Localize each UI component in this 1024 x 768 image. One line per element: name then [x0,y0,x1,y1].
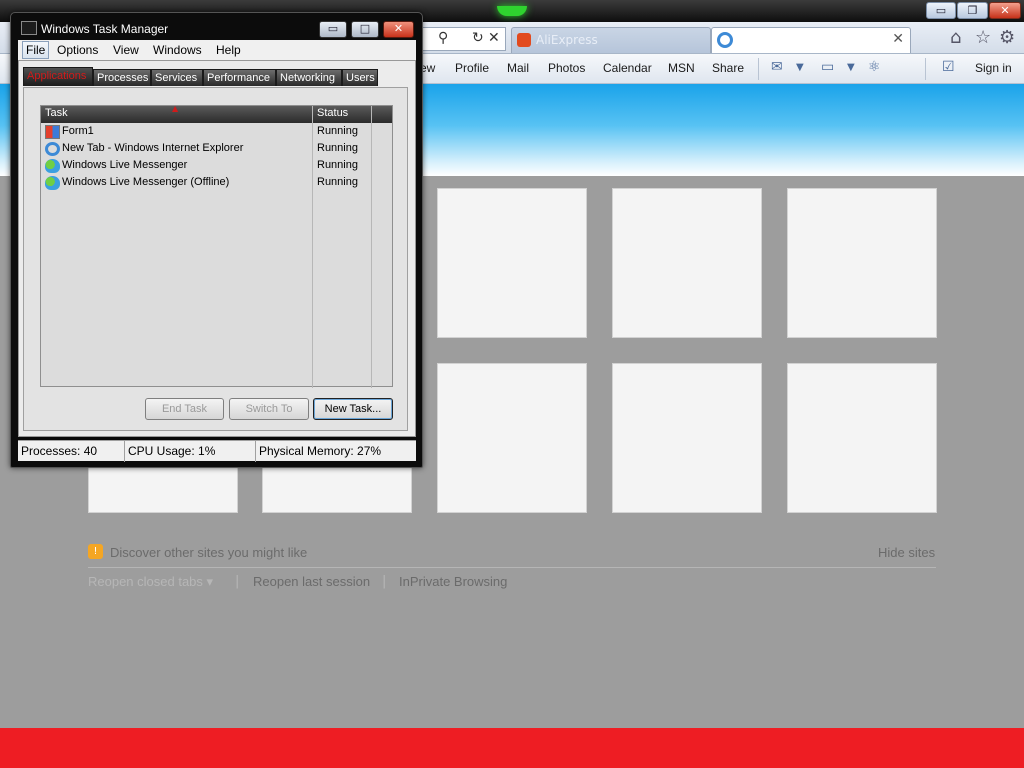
site-tile[interactable] [612,188,762,338]
divider [758,58,759,80]
cmd-item-msn[interactable]: MSN [668,61,695,75]
tab-users[interactable]: Users [342,69,378,86]
site-tile[interactable] [437,363,587,513]
column-divider [371,106,372,388]
site-tile[interactable] [437,188,587,338]
ie-favicon-icon [717,32,733,48]
feed-icon[interactable]: ✉ [771,59,783,75]
column-header-task[interactable]: Task [45,107,68,119]
close-tab-icon[interactable]: ✕ [892,31,904,47]
cmd-item-mail[interactable]: Mail [507,61,529,75]
tab-networking[interactable]: Networking [276,69,342,86]
site-tile[interactable] [612,363,762,513]
task-manager-body: Applications Processes Services Performa… [18,60,416,437]
close-button[interactable]: ✕ [383,21,414,38]
menu-bar: File Options View Windows Help [18,40,416,60]
menu-view[interactable]: View [113,43,139,57]
task-status: Running [317,125,358,137]
link-separator: | [235,574,240,589]
new-task-button[interactable]: New Task... [313,398,393,420]
ie-minimize-button[interactable]: ▭ [926,2,956,19]
sign-in-link[interactable]: Sign in [975,61,1012,75]
chevron-down-icon[interactable]: ▼ [796,62,804,73]
hide-sites-link[interactable]: Hide sites [878,545,935,560]
physical-memory: Physical Memory: 27% [259,444,382,458]
sort-arrow-icon: ▲ [172,104,179,113]
stop-icon[interactable]: ✕ [488,30,500,46]
end-task-button[interactable]: End Task [145,398,224,420]
aliexpress-favicon-icon [517,33,531,47]
tab-applications[interactable]: Applications [23,67,93,86]
tab-new-tab[interactable]: ✕ [711,27,911,53]
home-icon[interactable]: ⌂ [950,27,961,48]
task-name: Windows Live Messenger (Offline) [62,176,230,188]
minimize-button[interactable]: ▭ [319,21,347,38]
aero-glow [497,6,527,16]
task-name: Form1 [62,125,94,137]
task-list[interactable]: Task ▲ Status Form1 Running New Tab - Wi… [40,104,393,388]
cmd-item-share[interactable]: Share [712,61,744,75]
site-tile[interactable] [787,363,937,513]
table-row[interactable]: Windows Live Messenger (Offline) Running [41,175,371,192]
messenger-icon [45,176,60,190]
menu-windows[interactable]: Windows [153,43,202,57]
task-manager-window: Windows Task Manager ▭ □ ✕ File Options … [10,12,423,468]
checkbox-icon[interactable]: ☑ [942,59,955,75]
cmd-item-profile[interactable]: Profile [455,61,489,75]
menu-options[interactable]: Options [57,43,98,57]
maximize-button[interactable]: □ [351,21,379,38]
page-icon[interactable]: ▭ [821,59,834,75]
link-separator: | [382,574,387,589]
ie-close-button[interactable]: ✕ [989,2,1021,19]
task-status: Running [317,159,358,171]
list-header: Task ▲ Status [41,104,392,123]
tab-processes[interactable]: Processes [93,69,151,86]
tab-strip: Applications Processes Services Performa… [23,67,383,87]
search-icon[interactable]: ⚲ [438,30,448,46]
inprivate-browsing-link[interactable]: InPrivate Browsing [399,574,507,589]
divider [925,58,926,80]
status-bar: Processes: 40 CPU Usage: 1% Physical Mem… [18,440,416,462]
cmd-item-photos[interactable]: Photos [548,61,585,75]
window-title: Windows Task Manager [41,22,169,36]
tab-services[interactable]: Services [151,69,203,86]
task-manager-app-icon [21,21,37,35]
gear-icon[interactable]: ⚙ [999,27,1015,48]
processes-count: Processes: 40 [18,441,125,462]
task-status: Running [317,142,358,154]
lightbulb-icon: ! [88,544,103,559]
reopen-last-session-link[interactable]: Reopen last session [253,574,370,589]
cpu-usage: CPU Usage: 1% [125,441,256,462]
switch-to-button[interactable]: Switch To [229,398,309,420]
chevron-down-icon[interactable]: ▼ [847,62,855,73]
menu-help[interactable]: Help [216,43,241,57]
tab-performance[interactable]: Performance [203,69,276,86]
table-row[interactable]: Form1 Running [41,124,371,141]
ie-icon [45,142,60,156]
refresh-icon[interactable]: ↻ [472,30,484,46]
column-header-status[interactable]: Status [317,107,348,119]
ie-restore-button[interactable]: ❐ [957,2,988,19]
site-tile[interactable] [787,188,937,338]
translate-icon[interactable]: ⚛ [868,59,881,75]
messenger-icon [45,159,60,173]
form-icon [45,125,60,139]
menu-file[interactable]: File [22,41,50,59]
reopen-closed-tabs-link[interactable]: Reopen closed tabs ▾ [88,574,213,590]
discover-sites-link[interactable]: Discover other sites you might like [110,545,307,560]
divider [88,567,936,568]
task-name: Windows Live Messenger [62,159,188,171]
tab-aliexpress[interactable]: AliExpress [511,27,711,53]
table-row[interactable]: New Tab - Windows Internet Explorer Runn… [41,141,371,158]
tab-label: AliExpress [536,33,598,47]
task-status: Running [317,176,358,188]
task-name: New Tab - Windows Internet Explorer [62,142,244,154]
favorites-star-icon[interactable]: ☆ [975,27,991,48]
footer-red-bar [0,728,1024,768]
applications-panel: Task ▲ Status Form1 Running New Tab - Wi… [23,87,408,431]
cmd-item-calendar[interactable]: Calendar [603,61,652,75]
table-row[interactable]: Windows Live Messenger Running [41,158,371,175]
